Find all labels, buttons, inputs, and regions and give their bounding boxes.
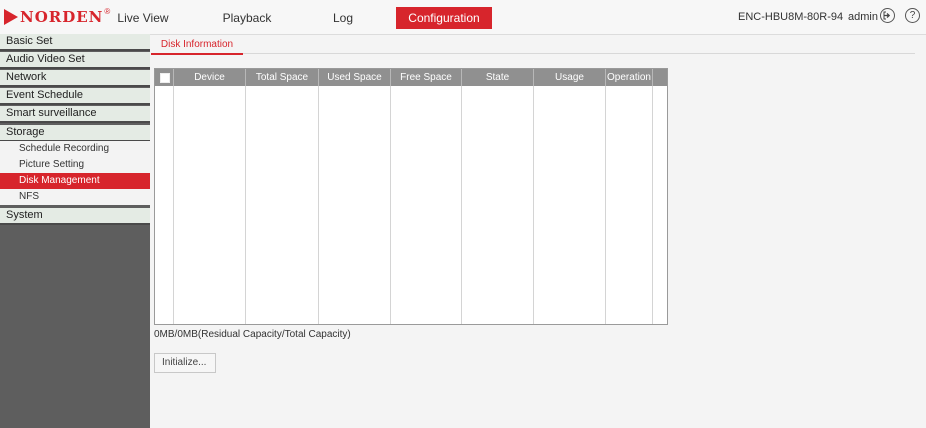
sidebar: Basic Set Audio Video Set Network Event … (0, 34, 150, 428)
sidebar-item-event-schedule[interactable]: Event Schedule (0, 88, 150, 105)
logo-arrow-icon (4, 9, 18, 25)
tab-configuration[interactable]: Configuration (396, 7, 492, 29)
initialize-button[interactable]: Initialize... (154, 353, 216, 373)
select-all-cell (155, 69, 174, 86)
help-icon[interactable]: ? (905, 8, 920, 23)
column-header-usage: Usage (534, 69, 606, 86)
tab-divider (243, 53, 915, 54)
sidebar-subitem-schedule-recording[interactable]: Schedule Recording (0, 141, 150, 157)
sidebar-item-network[interactable]: Network (0, 70, 150, 87)
logo-text: NORDEN (20, 8, 104, 26)
table-column (391, 86, 462, 324)
column-header-used-space: Used Space (319, 69, 391, 86)
disk-table: Device Total Space Used Space Free Space… (154, 68, 668, 325)
tab-live-view[interactable]: Live View (116, 7, 170, 29)
sidebar-item-basic-set[interactable]: Basic Set (0, 34, 150, 51)
table-column (155, 86, 174, 324)
tab-log[interactable]: Log (323, 7, 363, 29)
device-id: ENC-HBU8M-80R-94 (738, 11, 844, 23)
sidebar-item-storage[interactable]: Storage (0, 125, 150, 142)
table-column (534, 86, 606, 324)
sidebar-item-smart-surveillance[interactable]: Smart surveillance (0, 106, 150, 123)
sidebar-item-audio-video-set[interactable]: Audio Video Set (0, 52, 150, 69)
sidebar-subitem-picture-setting[interactable]: Picture Setting (0, 157, 150, 173)
table-column (319, 86, 391, 324)
tab-playback[interactable]: Playback (220, 7, 274, 29)
column-header-state: State (462, 69, 534, 86)
table-column (606, 86, 653, 324)
column-header-total-space: Total Space (246, 69, 319, 86)
table-header: Device Total Space Used Space Free Space… (155, 69, 667, 86)
select-all-checkbox[interactable] (160, 73, 170, 83)
column-header-device: Device (174, 69, 246, 86)
sidebar-item-system[interactable]: System (0, 208, 150, 225)
top-bar: NORDEN ® Live View Playback Log Configur… (0, 0, 926, 35)
table-column (174, 86, 246, 324)
tab-disk-information[interactable]: Disk Information (151, 36, 243, 55)
table-column (462, 86, 534, 324)
user-name: admin (848, 11, 878, 23)
sidebar-subitem-nfs[interactable]: NFS (0, 189, 150, 205)
column-header-free-space: Free Space (391, 69, 462, 86)
sidebar-subitem-disk-management[interactable]: Disk Management (0, 173, 150, 189)
capacity-summary: 0MB/0MB(Residual Capacity/Total Capacity… (154, 329, 351, 340)
column-header-operation: Operation (606, 69, 653, 86)
norden-logo: NORDEN ® (4, 6, 111, 26)
logout-icon[interactable] (880, 8, 895, 23)
registered-mark: ® (104, 6, 111, 16)
table-column (246, 86, 319, 324)
